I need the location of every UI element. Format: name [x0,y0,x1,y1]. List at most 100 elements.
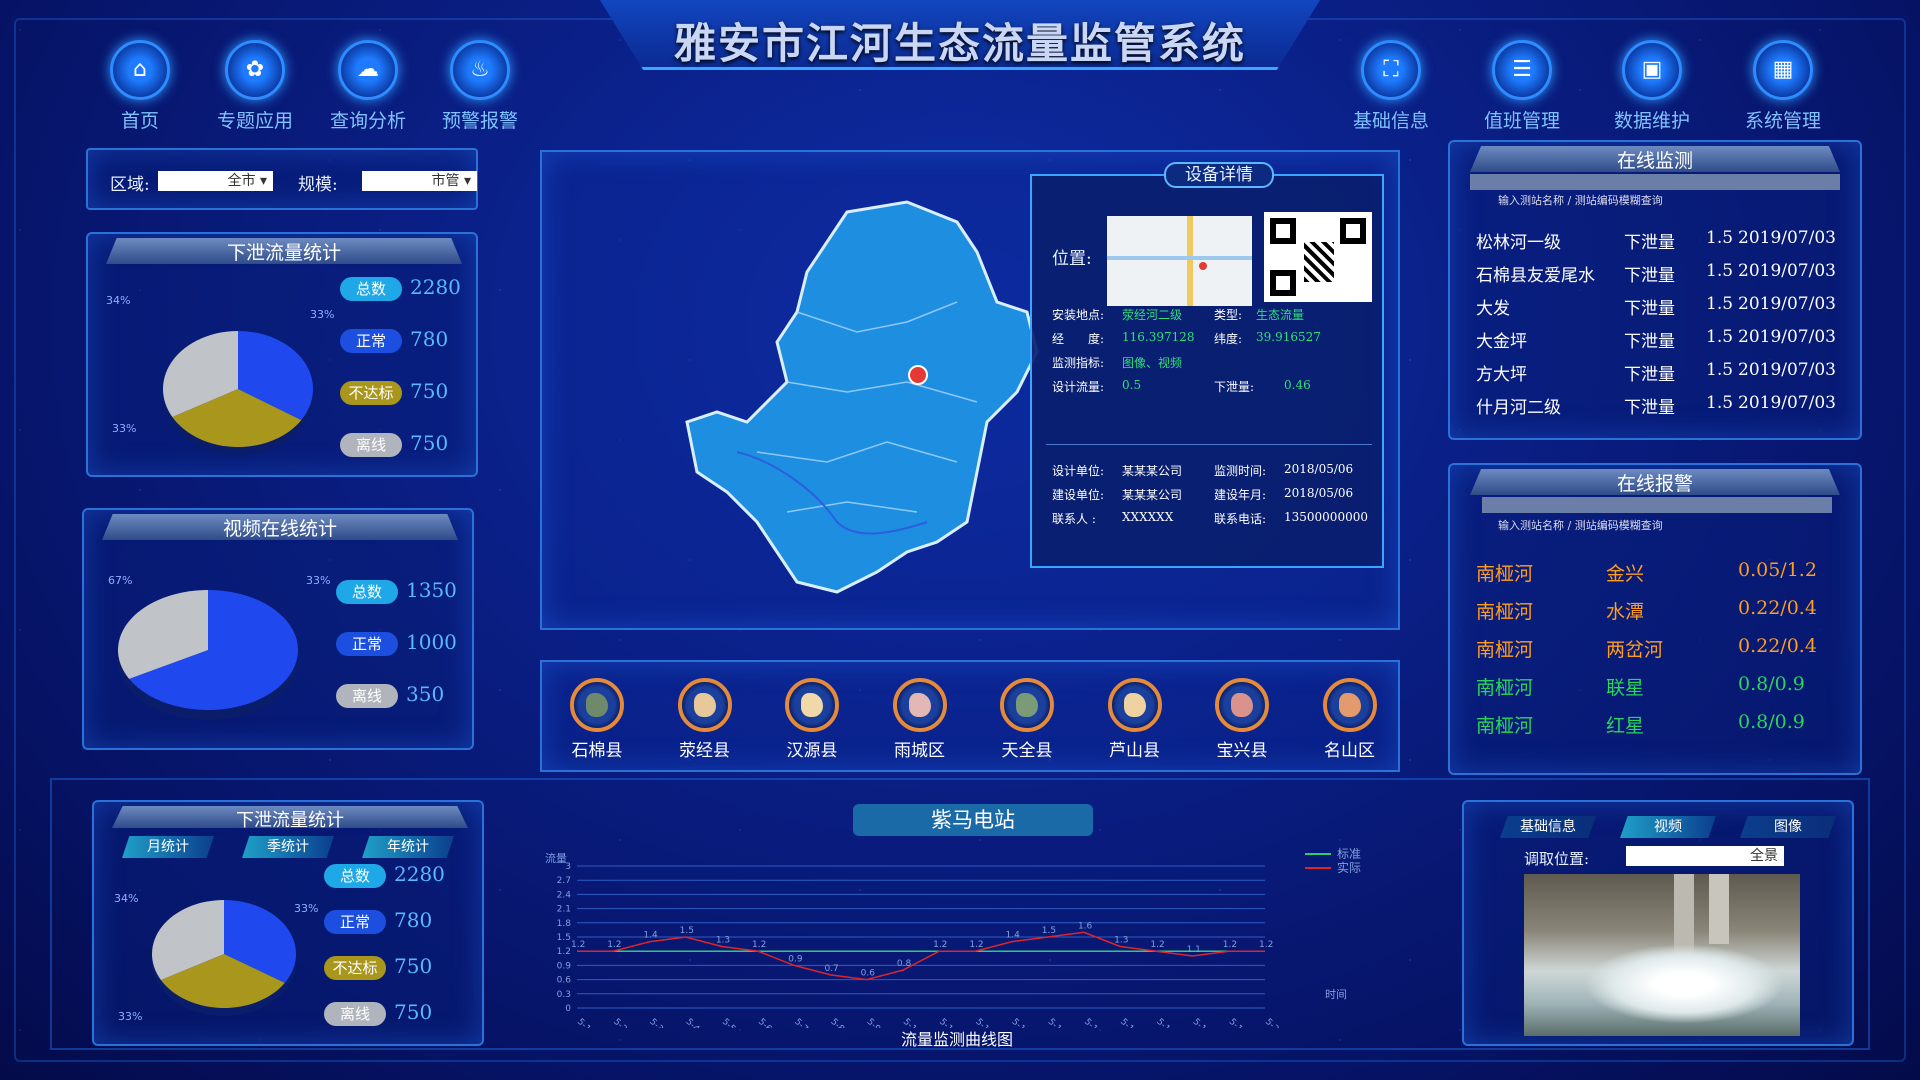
data-label: 1.5 [1042,926,1056,936]
nav-data[interactable]: ▣ 数据维护 [1597,40,1707,133]
nav-home[interactable]: ⌂ 首页 [85,40,195,133]
position-label: 调取位置: [1524,850,1590,868]
nav-label: 预警报警 [441,110,518,132]
tab-年统计[interactable]: 年统计 [362,836,454,858]
county-芦山县[interactable]: 芦山县 [1090,678,1180,761]
county-label: 宝兴县 [1216,741,1268,761]
page-title: 雅安市江河生态流量监管系统 [673,19,1246,68]
x-tick-label: 5-15 [1082,1017,1104,1028]
media-tab-视频[interactable]: 视频 [1620,816,1716,838]
stat-badge[interactable]: 离线 [336,684,398,708]
county-宝兴县[interactable]: 宝兴县 [1197,678,1287,761]
media-panel: 基础信息 视频 图像 调取位置: 全景 [1462,800,1854,1046]
alarm-search-input[interactable] [1482,497,1832,513]
county-map-icon [1215,678,1269,732]
scale-select[interactable]: 市管 ▾ [362,171,477,191]
county-map-icon [1000,678,1054,732]
stat-value: 1350 [406,578,457,602]
nav-duty[interactable]: ☰ 值班管理 [1467,40,1577,133]
nav-topic[interactable]: ✿ 专题应用 [200,40,310,133]
discharge-stats-panel: 下泄流量统计 总数 2280 正常 780 不达标 750 离线 750 34% 33% 33% [86,232,478,477]
metric-value: 1.5 [1706,327,1734,347]
position-select[interactable]: 全景 [1626,846,1784,866]
metric-date: 2019/07/03 [1738,228,1836,248]
region-select[interactable]: 全市 ▾ [158,171,273,191]
media-tab-基础信息[interactable]: 基础信息 [1500,816,1596,838]
data-label: 1.2 [933,940,947,950]
y-tick-label: 0 [565,1004,571,1014]
stat-badge[interactable]: 正常 [324,910,386,934]
nav-label: 值班管理 [1483,110,1560,132]
stat-badge[interactable]: 总数 [336,580,398,604]
county-label: 名山区 [1324,741,1375,761]
alarm-value: 0.8/0.9 [1738,711,1805,733]
y-axis-label: 流量 [545,851,567,865]
data-label: 0.6 [861,969,876,979]
legend-label: 实际 [1337,860,1361,875]
pie-pct-label: 33% [306,574,331,587]
x-tick-label: 5-2 [611,1017,628,1028]
nav-system[interactable]: ▦ 系统管理 [1728,40,1838,133]
online-alarm-title: 在线报警 [1470,469,1840,495]
station-name: 大发 [1476,299,1510,319]
stat-badge[interactable]: 总数 [340,277,402,301]
stat-badge[interactable]: 正常 [340,329,402,353]
query-icon: ☁ [338,40,398,100]
pie-pct-label: 33% [112,422,137,435]
media-tab-图像[interactable]: 图像 [1740,816,1836,838]
device-field-value: 39.916527 [1256,330,1321,344]
stat-badge[interactable]: 离线 [324,1002,386,1026]
location-mini-map[interactable] [1107,216,1252,306]
alarm-value: 0.05/1.2 [1738,559,1817,581]
device-field-label: 设计流量: [1052,380,1105,394]
device-field-value: 荥经河二级 [1122,308,1183,322]
county-石棉县[interactable]: 石棉县 [552,678,642,761]
device-field-label: 联系电话: [1214,512,1267,526]
x-tick-label: 5-6 [756,1017,774,1028]
data-label: 1.2 [1223,940,1237,950]
stat-badge[interactable]: 离线 [340,433,402,457]
stat-badge[interactable]: 正常 [336,632,398,656]
metric-value: 1.5 [1706,294,1734,314]
title-banner: 雅安市江河生态流量监管系统 [600,0,1320,78]
data-label: 1.2 [1259,940,1273,950]
stat-badge[interactable]: 总数 [324,864,386,888]
x-tick-label: 5-18 [1190,1017,1212,1028]
metric-value: 1.5 [1706,360,1734,380]
duty-icon: ☰ [1492,40,1552,100]
county-label: 芦山县 [1109,741,1160,761]
county-天全县[interactable]: 天全县 [982,678,1072,761]
x-tick-label: 5-3 [647,1017,664,1028]
qr-code-icon [1264,212,1372,302]
data-icon: ▣ [1622,40,1682,100]
device-field-label: 下泄量: [1214,380,1255,394]
county-雨城区[interactable]: 雨城区 [875,678,965,761]
county-荥经县[interactable]: 荥经县 [660,678,750,761]
video-stats-title: 视频在线统计 [102,514,458,540]
device-field-value: 2018/05/06 [1284,486,1354,500]
topic-icon: ✿ [225,40,285,100]
data-label: 1.5 [680,926,694,936]
video-snapshot[interactable] [1524,874,1800,1036]
metric-date: 2019/07/03 [1738,360,1836,380]
data-label: 1.4 [1006,931,1021,941]
monitor-search-input[interactable] [1470,174,1840,190]
stat-badge[interactable]: 不达标 [324,956,386,980]
nav-info[interactable]: ⛶ 基础信息 [1336,40,1446,133]
station-name: 石棉县友爱尾水 [1476,266,1595,286]
device-field-value: XXXXXX [1122,510,1174,524]
map-panel: 设备详情 位置: 安装地点: 荥经河二级 类型: 生态流量经 度: 116.397128… [540,150,1400,630]
online-alarm-panel: 在线报警 输入测站名称 / 测站编码模糊查询 南桠河 金兴 0.05/1.2 南桠河水… [1448,463,1862,775]
stat-value: 780 [410,327,449,351]
stat-badge[interactable]: 不达标 [340,381,402,405]
metric-date: 2019/07/03 [1738,327,1836,347]
county-label: 石棉县 [571,741,623,761]
county-名山区[interactable]: 名山区 [1305,678,1395,761]
stat-value: 780 [394,908,433,932]
county-汉源县[interactable]: 汉源县 [767,678,857,761]
monitor-search-hint: 输入测站名称 / 测站编码模糊查询 [1498,194,1663,207]
nav-query[interactable]: ☁ 查询分析 [313,40,423,133]
nav-alarm[interactable]: ♨ 预警报警 [425,40,535,133]
device-field-value: 0.46 [1284,378,1311,392]
pie-pct-label: 34% [114,892,139,905]
